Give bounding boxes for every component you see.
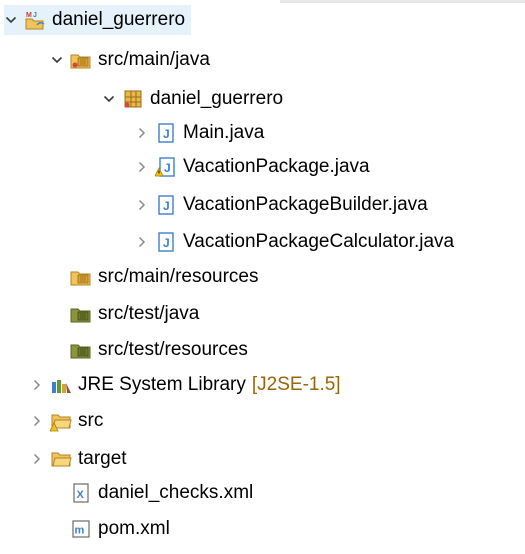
tree-item-label: VacationPackage.java: [183, 156, 370, 177]
svg-text:M: M: [26, 12, 32, 19]
java-file-warning-icon: J: [155, 156, 177, 178]
xml-file-icon: X: [70, 482, 92, 504]
svg-text:J: J: [164, 161, 171, 175]
maven-pom-icon: m: [70, 518, 92, 540]
svg-text:X: X: [77, 489, 85, 501]
maven-java-project-icon: M J: [24, 9, 46, 31]
tree-item-label: src/test/resources: [98, 339, 248, 360]
svg-text:J: J: [163, 127, 170, 141]
tree-item-package[interactable]: daniel_guerrero: [102, 84, 283, 114]
java-file-icon: J: [155, 194, 177, 216]
tree-item-vacationpackage-java[interactable]: J VacationPackage.java: [135, 152, 370, 182]
jre-version-decoration: [J2SE-1.5]: [251, 374, 341, 395]
tree-item-src-main-resources[interactable]: src/main/resources: [50, 262, 259, 292]
java-file-icon: J: [155, 231, 177, 253]
folder-warning-icon: [50, 410, 72, 432]
tree-item-target[interactable]: target: [30, 444, 127, 474]
tree-item-src-test-java[interactable]: src/test/java: [50, 299, 199, 329]
tree-item-label: src/main/resources: [98, 266, 259, 287]
source-folder-icon: [70, 49, 92, 71]
svg-text:J: J: [163, 199, 170, 213]
tree-item-label: daniel_guerrero: [150, 88, 284, 109]
tree-item-label: daniel_checks.xml: [98, 482, 254, 503]
source-folder-icon: [70, 266, 92, 288]
tree-item-main-java[interactable]: J Main.java: [135, 118, 264, 148]
chevron-right-icon[interactable]: [30, 370, 44, 400]
chevron-down-icon[interactable]: [102, 84, 116, 114]
tree-item-src-main-java[interactable]: src/main/java: [50, 45, 210, 75]
tree-item-label: VacationPackageBuilder.java: [183, 194, 428, 215]
library-icon: [50, 374, 72, 396]
tree-item-label: src/test/java: [98, 303, 200, 324]
tree-item-label: Main.java: [183, 122, 265, 143]
chevron-down-icon[interactable]: [50, 45, 64, 75]
tree-item-vacationpackagebuilder-java[interactable]: J VacationPackageBuilder.java: [135, 190, 428, 220]
svg-text:m: m: [75, 525, 85, 537]
chevron-down-icon[interactable]: [4, 5, 18, 35]
chevron-right-icon[interactable]: [135, 118, 149, 148]
tree-item-pom-xml[interactable]: m pom.xml: [50, 514, 170, 544]
package-icon: [122, 88, 144, 110]
chevron-right-icon[interactable]: [30, 444, 44, 474]
tree-item-label: daniel_guerrero: [52, 9, 186, 30]
java-file-icon: J: [155, 122, 177, 144]
svg-text:J: J: [33, 12, 37, 19]
tree-item-vacationpackagecalculator-java[interactable]: J VacationPackageCalculator.java: [135, 227, 454, 257]
chevron-right-icon[interactable]: [135, 190, 149, 220]
tree-item-label: src/main/java: [98, 49, 210, 70]
chevron-right-icon[interactable]: [135, 227, 149, 257]
tree-item-label: JRE System Library: [78, 374, 246, 395]
tree-item-label: VacationPackageCalculator.java: [183, 231, 455, 252]
tree-item-label: target: [78, 448, 127, 469]
chevron-right-icon[interactable]: [30, 406, 44, 436]
tree-item-jre-system-library[interactable]: JRE System Library [J2SE-1.5]: [30, 370, 341, 400]
chevron-right-icon[interactable]: [135, 152, 149, 182]
source-folder-icon: [70, 339, 92, 361]
svg-text:J: J: [163, 236, 170, 250]
tree-item-src-test-resources[interactable]: src/test/resources: [50, 335, 248, 365]
view-top-border: [280, 0, 525, 3]
tree-item-src[interactable]: src: [30, 406, 103, 436]
tree-item-label: pom.xml: [98, 518, 170, 539]
tree-item-project[interactable]: M J daniel_guerrero: [4, 5, 192, 35]
folder-icon: [50, 448, 72, 470]
tree-item-label: src: [78, 410, 104, 431]
tree-item-daniel-checks-xml[interactable]: X daniel_checks.xml: [50, 478, 253, 508]
source-folder-icon: [70, 303, 92, 325]
